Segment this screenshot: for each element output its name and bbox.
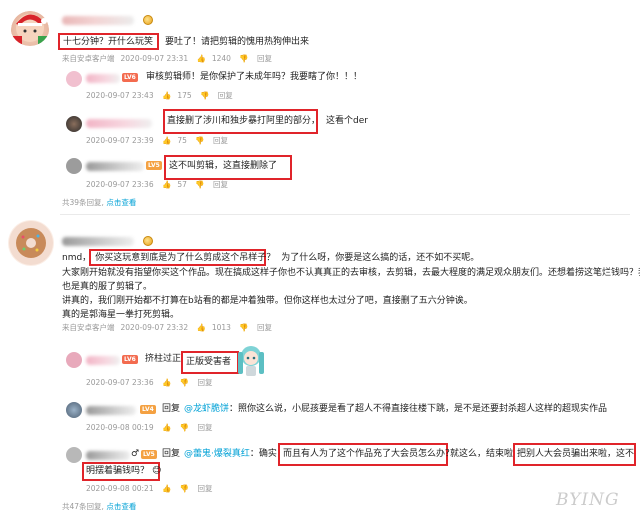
thumb-up-icon[interactable]: 👍 [162, 180, 171, 189]
reply-text: 明摆着骗钱吗？ [86, 466, 150, 476]
reply-button[interactable]: 回复 [213, 136, 228, 145]
reply-meta: 2020-09-08 00:19 👍 👎 回复 [86, 423, 213, 432]
thumb-down-icon[interactable]: 👎 [180, 423, 189, 432]
reply-button[interactable]: 回复 [218, 91, 233, 100]
comment-text: 大家刚开始就没有指望你买这个作品。现在搞成这样子你也不认真真正的去审核，去剪辑，… [62, 268, 640, 278]
santa-avatar[interactable] [10, 6, 50, 46]
reply-text: 这不叫剪辑，这直接删除了 [169, 161, 278, 171]
level-badge-icon: LV6 [122, 73, 138, 82]
santa-avatar-icon [12, 14, 48, 44]
username-blur[interactable] [86, 119, 152, 128]
view-replies-link[interactable]: 点击查看 [106, 198, 136, 207]
comment-text: 也是真的服了剪辑了。 [62, 282, 153, 292]
thumb-down-icon[interactable]: 👎 [180, 484, 189, 493]
reply-text: 正版受害者 [186, 357, 232, 367]
username-blur[interactable] [86, 74, 120, 83]
level-badge-icon: LV5 [146, 161, 162, 170]
level-badge-icon: LV4 [140, 405, 156, 414]
thumb-up-icon[interactable]: 👍 [196, 54, 205, 63]
comment-text: 讲真的，我们刚开始都不打算在b站看的都是冲着独带。但你这样也太过分了吧，直接删了… [62, 296, 473, 306]
reply-text: 直接删了涉川和独步暴打阿里的部分， 这看个der [167, 116, 368, 126]
reply-avatar[interactable] [66, 71, 82, 87]
reply-text: 把别人大会员骗出来啦，这不 [517, 449, 635, 459]
thumb-down-icon[interactable]: 👎 [200, 91, 209, 100]
thumb-up-icon[interactable]: 👍 [162, 423, 171, 432]
thumb-up-icon[interactable]: 👍 [162, 136, 171, 145]
reply-button[interactable]: 回复 [197, 378, 212, 387]
username-blur[interactable] [62, 16, 134, 25]
medal-icon [143, 236, 153, 246]
level-badge-icon: LV6 [122, 355, 138, 364]
watermark: BYING [556, 490, 620, 510]
donut-avatar-icon [9, 221, 53, 265]
reply-text: ♂ [131, 449, 140, 459]
thumb-down-icon[interactable]: 👎 [180, 378, 189, 387]
thumb-down-icon[interactable]: 👎 [239, 54, 248, 63]
thumb-up-icon[interactable]: 👍 [162, 378, 171, 387]
replies-footer: 共39条回复, 点击查看 [62, 198, 137, 207]
reply-text: 回复 @蕾鬼·爆裂真红：确实， [162, 449, 286, 459]
reply-text: 回复 @龙虾脆饼：照你这么说，小屁孩要是看了超人不得直接往楼下跳，是不是还要封杀超… [162, 404, 608, 414]
reply-text: 挤柱过正 [145, 354, 182, 364]
smile-emoji-icon: 😊 [152, 466, 162, 476]
comment-text: nmd， 你买这玩意到底是为了什么剪成这个吊样子？ 为了什么呀，你要是这么搞的话，还… [62, 253, 480, 263]
reply-meta: 2020-09-07 23:43 👍 175 👎 回复 [86, 91, 233, 100]
thumb-down-icon[interactable]: 👎 [195, 136, 204, 145]
reply-avatar[interactable] [66, 352, 82, 368]
view-replies-link[interactable]: 点击查看 [106, 502, 136, 511]
reply-button[interactable]: 回复 [197, 423, 212, 432]
thumb-up-icon[interactable]: 👍 [162, 484, 171, 493]
thumb-down-icon[interactable]: 👎 [195, 180, 204, 189]
username-blur[interactable] [86, 451, 130, 460]
divider [60, 214, 630, 215]
reply-text: 而且有人为了这个作品充了大会员怎么办？ [283, 449, 455, 459]
username-blur[interactable] [62, 237, 134, 246]
mention-link[interactable]: @蕾鬼·爆裂真红 [184, 449, 250, 459]
username-blur[interactable] [86, 356, 120, 365]
reply-button[interactable]: 回复 [197, 484, 212, 493]
reply-text: 就这么，结束啦 [450, 449, 514, 459]
replies-footer: 共47条回复, 点击查看 [62, 502, 137, 511]
thumb-up-icon[interactable]: 👍 [162, 91, 171, 100]
comment-meta: 来自安卓客户端 2020-09-07 23:32 👍 1013 👎 回复 [62, 323, 273, 332]
thumb-up-icon[interactable]: 👍 [196, 323, 205, 332]
donut-avatar[interactable] [8, 220, 54, 266]
mention-link[interactable]: @龙虾脆饼 [184, 404, 229, 414]
reply-meta: 2020-09-07 23:36 👍 👎 回复 [86, 378, 213, 387]
comment-text: 十七分钟？开什么玩笑 要吐了！请把剪辑的愧用热狗伸出来 [63, 37, 310, 47]
reply-avatar[interactable] [66, 158, 82, 174]
reply-meta: 2020-09-07 23:39 👍 75 👎 回复 [86, 136, 228, 145]
username-blur[interactable] [86, 162, 144, 171]
reply-button[interactable]: 回复 [213, 180, 228, 189]
comment-meta: 来自安卓客户端 2020-09-07 23:31 👍 1240 👎 回复 [62, 54, 273, 63]
username-blur[interactable] [86, 406, 136, 415]
reply-avatar[interactable] [66, 447, 82, 463]
reply-button[interactable]: 回复 [257, 323, 272, 332]
reply-avatar[interactable] [66, 402, 82, 418]
reply-meta: 2020-09-08 00:21 👍 👎 回复 [86, 484, 213, 493]
level-badge-icon: LV5 [141, 450, 157, 459]
reply-text: 审核剪辑师！是你保护了未成年吗？我要瞎了你！！！ [146, 72, 363, 82]
hatsune-miku-sticker [236, 342, 266, 380]
reply-button[interactable]: 回复 [257, 54, 272, 63]
reply-meta: 2020-09-07 23:36 👍 57 👎 回复 [86, 180, 228, 189]
thumb-down-icon[interactable]: 👎 [239, 323, 248, 332]
reply-avatar[interactable] [66, 116, 82, 132]
medal-icon [143, 15, 153, 25]
comment-text: 真的是郭海星一拳打死剪辑。 [62, 310, 180, 320]
